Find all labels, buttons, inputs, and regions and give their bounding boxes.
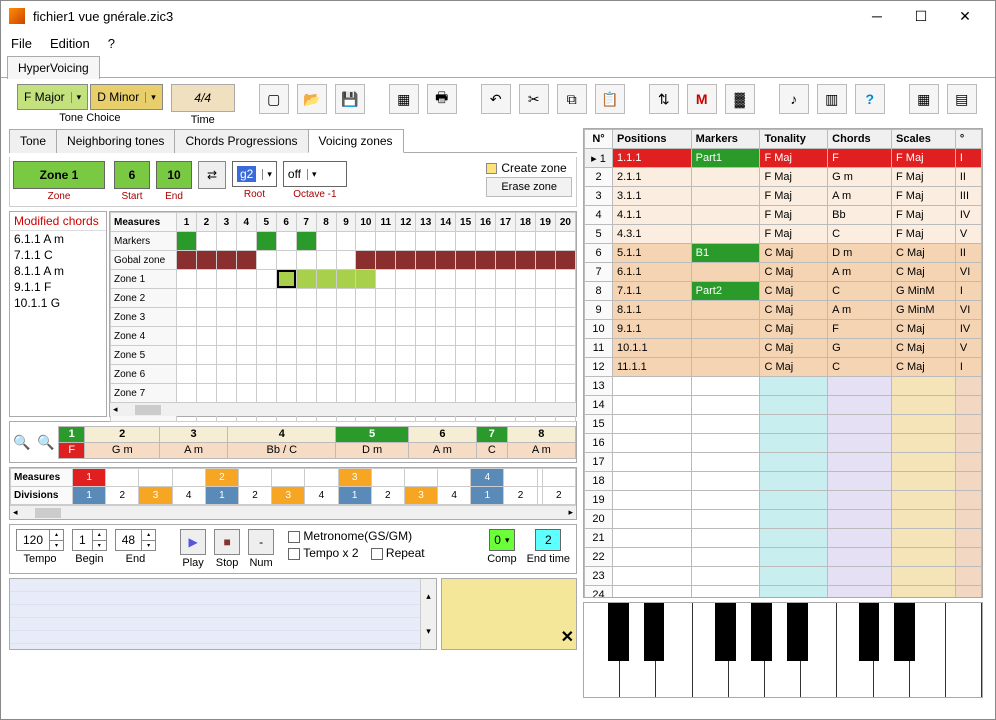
key-minor-select[interactable]: D Minor▾ bbox=[90, 84, 163, 110]
black-key[interactable] bbox=[644, 603, 665, 661]
time-label: Time bbox=[191, 114, 215, 126]
tempo-spinner[interactable]: 120▴▾ bbox=[16, 529, 64, 551]
repeat-check[interactable]: Repeat bbox=[371, 546, 425, 560]
title-bar: fichier1 vue gnérale.zic3 ─ ☐ ✕ bbox=[1, 1, 995, 31]
measures-divisions[interactable]: Measures1234Divisions123412341234122 ◂▸ bbox=[9, 467, 577, 520]
zone-start[interactable]: 6 bbox=[114, 161, 150, 189]
end-time[interactable]: 2 bbox=[535, 529, 561, 551]
piano-icon[interactable]: ▥ bbox=[817, 84, 847, 114]
tab-neighboring[interactable]: Neighboring tones bbox=[56, 129, 175, 153]
print-icon[interactable]: 🖶 bbox=[427, 84, 457, 114]
track-view[interactable]: ▴▾ bbox=[9, 578, 437, 650]
black-key[interactable] bbox=[715, 603, 736, 661]
help-icon[interactable]: ? bbox=[855, 84, 885, 114]
modified-chord-item[interactable]: 10.1.1 G bbox=[10, 295, 106, 311]
zoom-out-icon[interactable]: 🔍 bbox=[10, 434, 34, 451]
tone-choice-label: Tone Choice bbox=[59, 112, 120, 124]
minimize-button[interactable]: ─ bbox=[855, 1, 899, 31]
modified-chords-list: Modified chords 6.1.1 A m7.1.1 C8.1.1 A … bbox=[9, 211, 107, 417]
positions-table[interactable]: N°PositionsMarkersTonalityChordsScales°▸… bbox=[583, 128, 983, 598]
transport-bar: 120▴▾Tempo 1▴▾Begin 48▴▾End ▶Play ■Stop … bbox=[9, 524, 577, 574]
open-icon[interactable]: 📂 bbox=[297, 84, 327, 114]
play-button[interactable]: ▶ bbox=[180, 529, 206, 555]
octave-select[interactable]: off▾ bbox=[283, 161, 347, 187]
black-key[interactable] bbox=[787, 603, 808, 661]
save-icon[interactable]: 💾 bbox=[335, 84, 365, 114]
menu-edition[interactable]: Edition bbox=[50, 36, 90, 51]
tab-hypervoicing[interactable]: HyperVoicing bbox=[7, 56, 100, 79]
note-icon[interactable]: ♪ bbox=[779, 84, 809, 114]
zone-name-button[interactable]: Zone 1 bbox=[13, 161, 105, 189]
tab-voicing-zones[interactable]: Voicing zones bbox=[308, 129, 404, 153]
clear-icon[interactable]: ✕ bbox=[561, 627, 574, 647]
grid2-icon[interactable]: ▤ bbox=[947, 84, 977, 114]
chord-strip: 🔍 🔍 12345678FG mA mBb / CD mA mCA m bbox=[9, 421, 577, 463]
close-button[interactable]: ✕ bbox=[943, 1, 987, 31]
undo-icon[interactable]: ↶ bbox=[481, 84, 511, 114]
black-key[interactable] bbox=[751, 603, 772, 661]
end-spinner[interactable]: 48▴▾ bbox=[115, 529, 156, 551]
window-title: fichier1 vue gnérale.zic3 bbox=[33, 9, 855, 24]
key-major-select[interactable]: F Major▾ bbox=[17, 84, 88, 110]
mixer-icon[interactable]: ▓ bbox=[725, 84, 755, 114]
secondary-tabs: Tone Neighboring tones Chords Progressio… bbox=[9, 128, 577, 153]
cut-icon[interactable]: ✂ bbox=[519, 84, 549, 114]
m-icon[interactable]: M bbox=[687, 84, 717, 114]
num-button[interactable]: - bbox=[248, 529, 274, 555]
grid-hscroll[interactable]: ◂ bbox=[110, 402, 576, 416]
swap-icon[interactable]: ⇄ bbox=[198, 161, 226, 189]
paste-icon[interactable]: 📋 bbox=[595, 84, 625, 114]
tempox2-check[interactable]: Tempo x 2 bbox=[288, 546, 358, 560]
modified-chord-item[interactable]: 9.1.1 F bbox=[10, 279, 106, 295]
main-toolbar: F Major▾ D Minor▾ Tone Choice 4/4 Time ▢… bbox=[1, 78, 995, 128]
modified-chord-item[interactable]: 7.1.1 C bbox=[10, 247, 106, 263]
menu-bar: File Edition ? bbox=[1, 31, 995, 55]
create-zone-check[interactable]: Create zone bbox=[486, 161, 572, 175]
note-pad[interactable]: ✕ bbox=[441, 578, 577, 650]
zone-end[interactable]: 10 bbox=[156, 161, 192, 189]
menu-help[interactable]: ? bbox=[108, 36, 115, 51]
zone-controls: Zone 1Zone 6Start 10End ⇄ g2▾Root off▾Oc… bbox=[9, 157, 577, 207]
time-signature[interactable]: 4/4 bbox=[171, 84, 235, 112]
settings1-icon[interactable]: ⇅ bbox=[649, 84, 679, 114]
modified-chord-item[interactable]: 8.1.1 A m bbox=[10, 263, 106, 279]
grid1-icon[interactable]: ▦ bbox=[909, 84, 939, 114]
stop-button[interactable]: ■ bbox=[214, 529, 240, 555]
begin-spinner[interactable]: 1▴▾ bbox=[72, 529, 107, 551]
tab-progressions[interactable]: Chords Progressions bbox=[174, 129, 308, 153]
erase-zone-button[interactable]: Erase zone bbox=[486, 177, 572, 197]
black-key[interactable] bbox=[859, 603, 880, 661]
app-icon bbox=[9, 8, 25, 24]
black-key[interactable] bbox=[894, 603, 915, 661]
copy-icon[interactable]: ⧉ bbox=[557, 84, 587, 114]
disk-icon[interactable]: ▦ bbox=[389, 84, 419, 114]
track-vscroll[interactable]: ▴▾ bbox=[420, 579, 436, 649]
modified-chord-item[interactable]: 6.1.1 A m bbox=[10, 231, 106, 247]
menu-file[interactable]: File bbox=[11, 36, 32, 51]
comp-select[interactable]: 0▾ bbox=[489, 529, 514, 551]
zoom-in-icon[interactable]: 🔍 bbox=[34, 434, 58, 451]
piano-keyboard[interactable] bbox=[583, 602, 983, 698]
metronome-check[interactable]: Metronome(GS/GM) bbox=[288, 529, 425, 543]
new-icon[interactable]: ▢ bbox=[259, 84, 289, 114]
black-key[interactable] bbox=[608, 603, 629, 661]
zone-grid[interactable]: Measures1234567891011121314151617181920M… bbox=[109, 211, 577, 417]
maximize-button[interactable]: ☐ bbox=[899, 1, 943, 31]
root-select[interactable]: g2▾ bbox=[232, 161, 277, 187]
tab-tone[interactable]: Tone bbox=[9, 129, 57, 153]
